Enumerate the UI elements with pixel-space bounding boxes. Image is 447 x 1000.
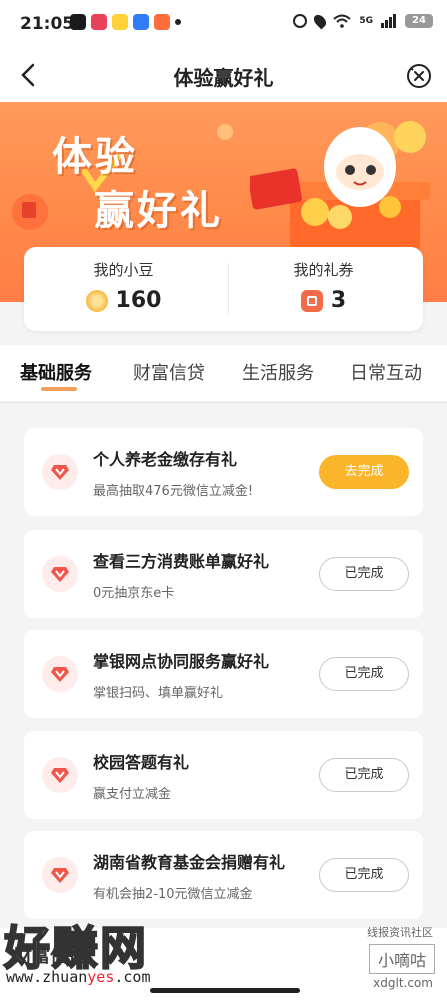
heart-gem-icon [42,556,78,592]
watermark-small-box: 小嘀咕 [368,944,435,974]
app-notification-icon [154,14,170,30]
wifi-icon [333,14,352,28]
watermark-url: www.zhuanyes.com [6,968,151,986]
watermark-small-top: 线报资讯社区 [367,926,433,939]
home-indicator[interactable] [150,988,300,993]
stat-coupons[interactable]: 我的礼券 3 [224,259,423,313]
stats-card: 我的小豆 160 我的礼券 3 [24,247,423,331]
task-title: 掌银网点协同服务赢好礼 [93,652,270,671]
app-notification-icon [112,14,128,30]
coin-icon [85,289,108,312]
tab-active-indicator [41,387,77,391]
battery-level: 24 [412,15,426,26]
banner-title-line1: 体验 [52,134,138,180]
watermark-small-url: xdglt.com [373,976,433,990]
banner-title-line2: 赢好礼 [94,188,223,234]
tab-daily-interaction[interactable]: 日常互动 [350,359,422,385]
alarm-icon [293,14,308,28]
heart-gem-icon [42,757,78,793]
task-subtitle: 掌银扫码、填单赢好礼 [93,686,224,701]
heart-gem-icon [42,656,78,692]
heart-gem-icon [42,857,78,893]
tabs-divider [0,402,447,403]
tab-life-services[interactable]: 生活服务 [242,359,314,385]
page-title: 体验赢好礼 [173,66,274,90]
status-time: 21:05 [20,14,75,34]
task-subtitle: 赢支付立减金 [93,787,172,802]
completed-button[interactable]: 已完成 [319,557,409,591]
stat-coupons-value: 3 [330,288,347,313]
completed-button[interactable]: 已完成 [319,657,409,691]
task-subtitle: 0元抽京东e卡 [93,586,175,601]
task-title: 个人养老金缴存有礼 [93,450,238,469]
category-tabs: 基础服务 财富信贷 生活服务 日常互动 [0,345,447,401]
close-icon[interactable] [405,62,433,90]
network-label: 5G [359,16,373,26]
nav-bar: 体验赢好礼 [0,50,447,102]
battery-icon: 24 [405,14,433,28]
completed-button[interactable]: 已完成 [319,758,409,792]
stat-beans-value: 160 [115,288,162,313]
heart-gem-icon [42,454,78,490]
go-complete-button[interactable]: 去完成 [319,455,409,489]
location-icon [311,12,329,30]
stat-beans[interactable]: 我的小豆 160 [24,259,223,313]
task-card: 校园答题有礼 赢支付立减金 已完成 [24,731,423,819]
tab-wealth-credit[interactable]: 财富信贷 [133,359,205,385]
task-title: 校园答题有礼 [93,753,190,772]
mascot-gift-illustration [250,121,430,262]
status-app-icons [70,14,181,30]
app-notification-icon [133,14,149,30]
task-subtitle: 最高抽取476元微信立减金! [93,484,254,499]
task-card: 个人养老金缴存有礼 最高抽取476元微信立减金! 去完成 [24,428,423,516]
task-card: 湖南省教育基金会捐赠有礼 有机会抽2-10元微信立减金 已完成 [24,831,423,919]
status-system: 5G 24 [293,12,433,30]
app-notification-icon [91,14,107,30]
task-card: 查看三方消费账单赢好礼 0元抽京东e卡 已完成 [24,530,423,618]
stat-coupons-label: 我的礼券 [293,261,354,279]
task-title: 湖南省教育基金会捐赠有礼 [93,853,286,872]
task-card: 掌银网点协同服务赢好礼 掌银扫码、填单赢好礼 已完成 [24,630,423,718]
signal-icon [381,14,396,28]
task-title: 查看三方消费账单赢好礼 [93,552,270,571]
status-bar: 21:05 5G 24 [0,0,447,50]
more-dot-icon [175,19,181,25]
tab-basic-services[interactable]: 基础服务 [20,359,92,385]
task-subtitle: 有机会抽2-10元微信立减金 [93,887,253,902]
app-notification-icon [70,14,86,30]
coupon-icon [300,289,323,312]
stat-beans-label: 我的小豆 [93,261,154,279]
completed-button[interactable]: 已完成 [319,858,409,892]
